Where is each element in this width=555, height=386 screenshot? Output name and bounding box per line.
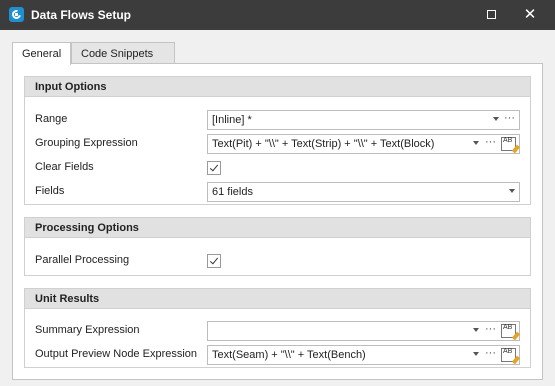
grouping-expression-editor-icon[interactable]: AB bbox=[501, 137, 521, 154]
fields-dropdown-icon[interactable] bbox=[509, 189, 515, 193]
fields-row: Fields 61 fields bbox=[25, 182, 530, 202]
range-value: [Inline] * bbox=[212, 114, 252, 126]
range-row: Range [Inline] * ··· bbox=[25, 110, 530, 130]
output-preview-combo[interactable]: Text(Seam) + "\\" + Text(Bench) ··· AB bbox=[207, 345, 521, 365]
maximize-button[interactable] bbox=[477, 0, 507, 30]
clear-fields-checkbox[interactable] bbox=[207, 161, 221, 175]
parallel-label: Parallel Processing bbox=[35, 254, 130, 266]
summary-ellipsis-button[interactable]: ··· bbox=[485, 323, 496, 335]
app-logo-icon bbox=[9, 7, 24, 22]
window-title: Data Flows Setup bbox=[31, 8, 132, 22]
output-preview-row: Output Preview Node Expression Text(Seam… bbox=[25, 345, 530, 365]
input-options-header: Input Options bbox=[25, 77, 530, 97]
output-preview-label: Output Preview Node Expression bbox=[35, 348, 198, 360]
fields-value: 61 fields bbox=[212, 186, 253, 198]
maximize-icon bbox=[487, 10, 496, 19]
range-dropdown-icon[interactable] bbox=[493, 117, 499, 121]
close-button[interactable]: ✕ bbox=[515, 0, 545, 30]
title-bar: Data Flows Setup ✕ bbox=[0, 0, 555, 30]
fields-combo[interactable]: 61 fields bbox=[207, 182, 520, 202]
grouping-label: Grouping Expression bbox=[35, 137, 138, 149]
checkmark-icon bbox=[209, 255, 219, 265]
input-options-group: Input Options Range [Inline] * ··· Group… bbox=[24, 76, 531, 205]
checkmark-icon bbox=[209, 162, 219, 172]
parallel-processing-checkbox[interactable] bbox=[207, 254, 221, 268]
range-ellipsis-button[interactable]: ··· bbox=[504, 112, 515, 124]
summary-row: Summary Expression ··· AB bbox=[25, 321, 530, 341]
unit-results-header: Unit Results bbox=[25, 289, 530, 309]
summary-label: Summary Expression bbox=[35, 324, 140, 336]
range-label: Range bbox=[35, 113, 68, 125]
general-tab-panel: Input Options Range [Inline] * ··· Group… bbox=[12, 63, 543, 380]
clear-fields-label: Clear Fields bbox=[35, 161, 94, 173]
unit-results-group: Unit Results Summary Expression ··· AB O… bbox=[24, 288, 531, 368]
parallel-row: Parallel Processing bbox=[25, 251, 530, 271]
grouping-ellipsis-button[interactable]: ··· bbox=[485, 136, 496, 148]
summary-dropdown-icon[interactable] bbox=[473, 328, 479, 332]
summary-combo[interactable]: ··· AB bbox=[207, 321, 521, 341]
clear-fields-row: Clear Fields bbox=[25, 158, 530, 178]
tab-general[interactable]: General bbox=[12, 42, 71, 65]
fields-label: Fields bbox=[35, 185, 65, 197]
range-combo[interactable]: [Inline] * ··· bbox=[207, 110, 520, 130]
output-preview-value: Text(Seam) + "\\" + Text(Bench) bbox=[212, 349, 366, 361]
output-preview-expression-editor-icon[interactable]: AB bbox=[501, 348, 521, 365]
processing-options-group: Processing Options Parallel Processing bbox=[24, 217, 531, 276]
summary-expression-editor-icon[interactable]: AB bbox=[501, 324, 521, 341]
grouping-value: Text(Pit) + "\\" + Text(Strip) + "\\" + … bbox=[212, 138, 435, 150]
grouping-row: Grouping Expression Text(Pit) + "\\" + T… bbox=[25, 134, 530, 154]
tab-code-snippets[interactable]: Code Snippets bbox=[71, 42, 175, 64]
grouping-combo[interactable]: Text(Pit) + "\\" + Text(Strip) + "\\" + … bbox=[207, 134, 521, 154]
processing-options-header: Processing Options bbox=[25, 218, 530, 238]
output-preview-dropdown-icon[interactable] bbox=[473, 352, 479, 356]
output-preview-ellipsis-button[interactable]: ··· bbox=[485, 347, 496, 359]
grouping-dropdown-icon[interactable] bbox=[473, 141, 479, 145]
